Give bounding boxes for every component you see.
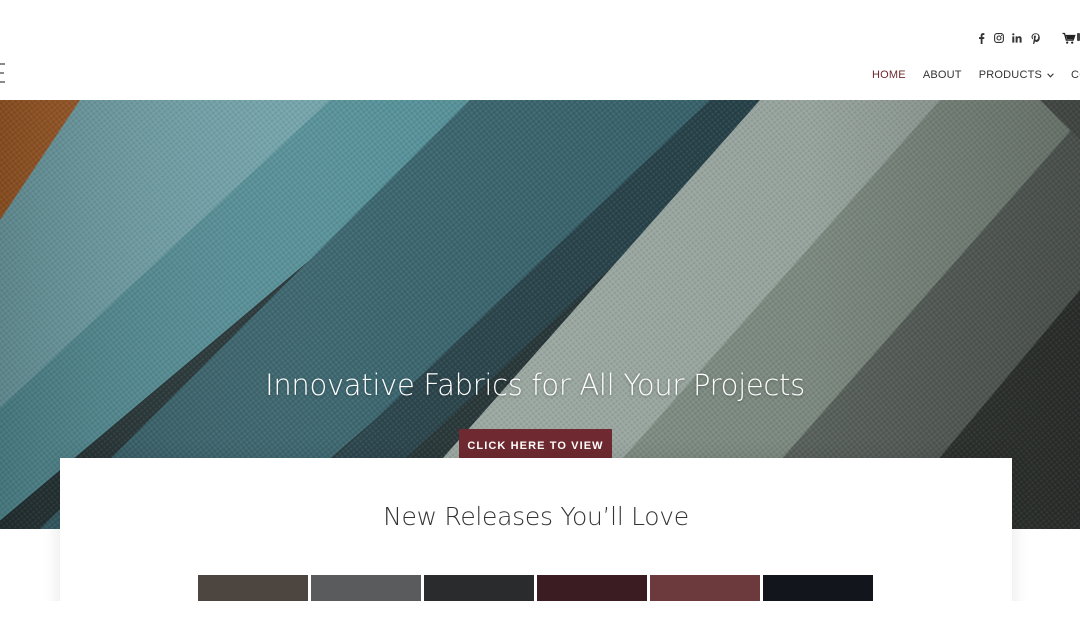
- section-title: New Releases You’ll Love: [383, 502, 689, 531]
- chevron-down-icon: [1047, 72, 1054, 78]
- page-bottom-edge: [0, 601, 1080, 628]
- logo-fragment[interactable]: [0, 62, 6, 84]
- fabric-swatch[interactable]: [311, 575, 421, 601]
- site-header: HOME ABOUT PRODUCTS CONTA: [0, 0, 1080, 100]
- nav-about[interactable]: ABOUT: [923, 69, 962, 81]
- nav-products-label: PRODUCTS: [978, 69, 1043, 81]
- linkedin-icon[interactable]: [1011, 31, 1023, 45]
- main-nav: HOME ABOUT PRODUCTS CONTA: [872, 67, 1080, 83]
- nav-home[interactable]: HOME: [872, 69, 906, 81]
- fabric-swatch[interactable]: [424, 575, 534, 601]
- nav-products[interactable]: PRODUCTS: [979, 69, 1054, 81]
- fabric-swatch-row: [198, 575, 876, 601]
- fabric-swatch[interactable]: [537, 575, 647, 601]
- instagram-icon[interactable]: [993, 31, 1005, 45]
- facebook-icon[interactable]: [975, 31, 987, 45]
- fabric-swatch[interactable]: [650, 575, 760, 601]
- nav-contact[interactable]: CONTA: [1071, 69, 1080, 81]
- fabric-swatch[interactable]: [763, 575, 873, 601]
- fabric-swatch[interactable]: [198, 575, 308, 601]
- cart-icon[interactable]: [1062, 31, 1076, 45]
- pinterest-icon[interactable]: [1029, 31, 1041, 45]
- social-links: [975, 31, 1047, 45]
- hero-title: Innovative Fabrics for All Your Projects: [265, 368, 805, 402]
